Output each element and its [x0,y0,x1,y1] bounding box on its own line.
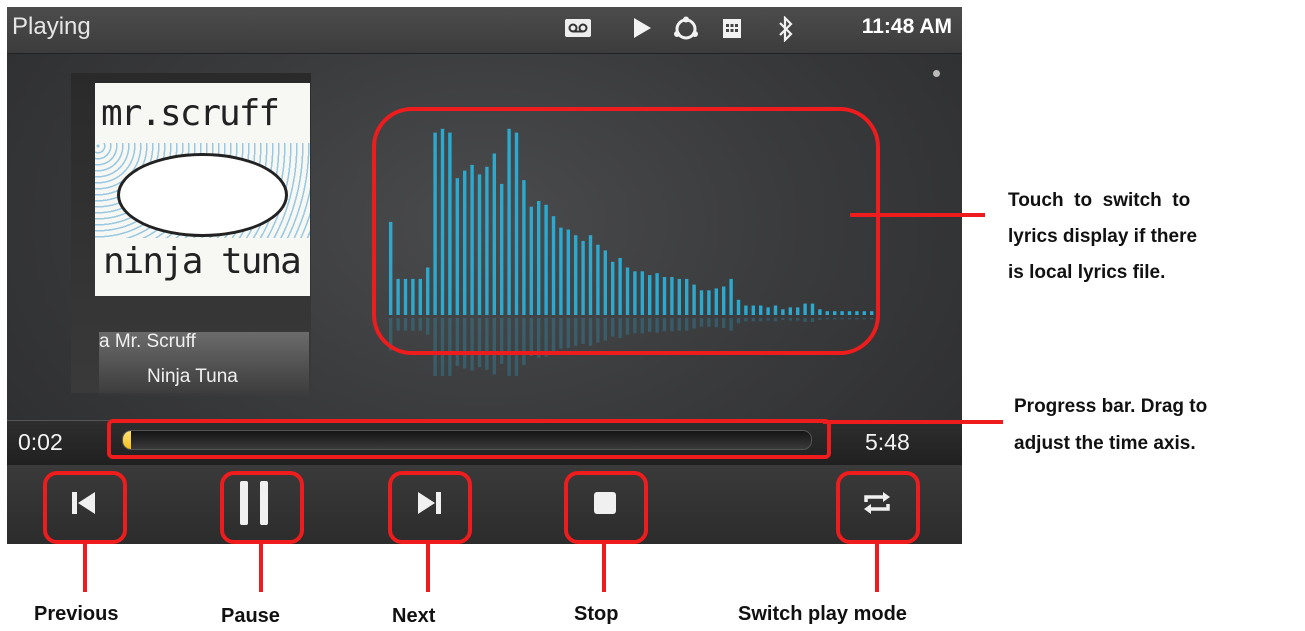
sync-icon [673,16,699,48]
album-name: Ninja Tuna [147,366,238,387]
bluetooth-icon [777,15,795,48]
stop-caption: Stop [574,603,619,625]
cover-illustration [117,153,288,237]
next-highlight [388,471,472,544]
artist-name: a Mr. Scruff [99,331,196,352]
visualizer-highlight [372,107,880,355]
next-caption: Next [392,605,436,627]
progress-note-line: adjust the time axis. [1014,433,1196,454]
album-cover[interactable]: mr.scruff ninja tuna [95,83,310,296]
total-time: 5:48 [865,429,910,455]
lyrics-note-line: Touch to switch to [1008,190,1191,211]
lyrics-annotation: Touch to switch to lyrics display if the… [1008,183,1298,291]
pause-connector [259,540,263,592]
progress-note-line: Progress bar. Drag to [1014,396,1208,417]
cover-text-artist: mr.scruff [101,93,280,134]
overflow-dot[interactable] [933,70,940,77]
app-title: Playing [12,13,91,40]
previous-caption: Previous [34,603,119,625]
next-connector [426,540,430,592]
calendar-icon [721,16,743,46]
previous-connector [83,540,87,592]
voicemail-icon [564,16,592,46]
progress-connector [823,420,1003,424]
status-bar: Playing 11:48 AM [7,7,962,54]
lyrics-connector [850,213,985,217]
status-clock: 11:48 AM [861,15,952,38]
stop-highlight [564,471,648,544]
switch-mode-connector [875,540,879,592]
pause-highlight [220,471,304,544]
elapsed-time: 0:02 [18,429,63,455]
play-status-icon [631,16,653,46]
progress-highlight [107,419,831,459]
lyrics-note-line: lyrics display if there [1008,226,1198,247]
pause-caption: Pause [221,605,280,627]
previous-highlight [43,471,127,544]
cover-text-album: ninja tuna [103,241,302,282]
lyrics-note-line: is local lyrics file. [1008,262,1166,283]
controls-bar [7,465,962,544]
progress-annotation: Progress bar. Drag to adjust the time ax… [1014,388,1304,462]
switch-mode-caption: Switch play mode [738,603,907,625]
switch-mode-highlight [836,471,920,544]
stop-connector [602,540,606,592]
